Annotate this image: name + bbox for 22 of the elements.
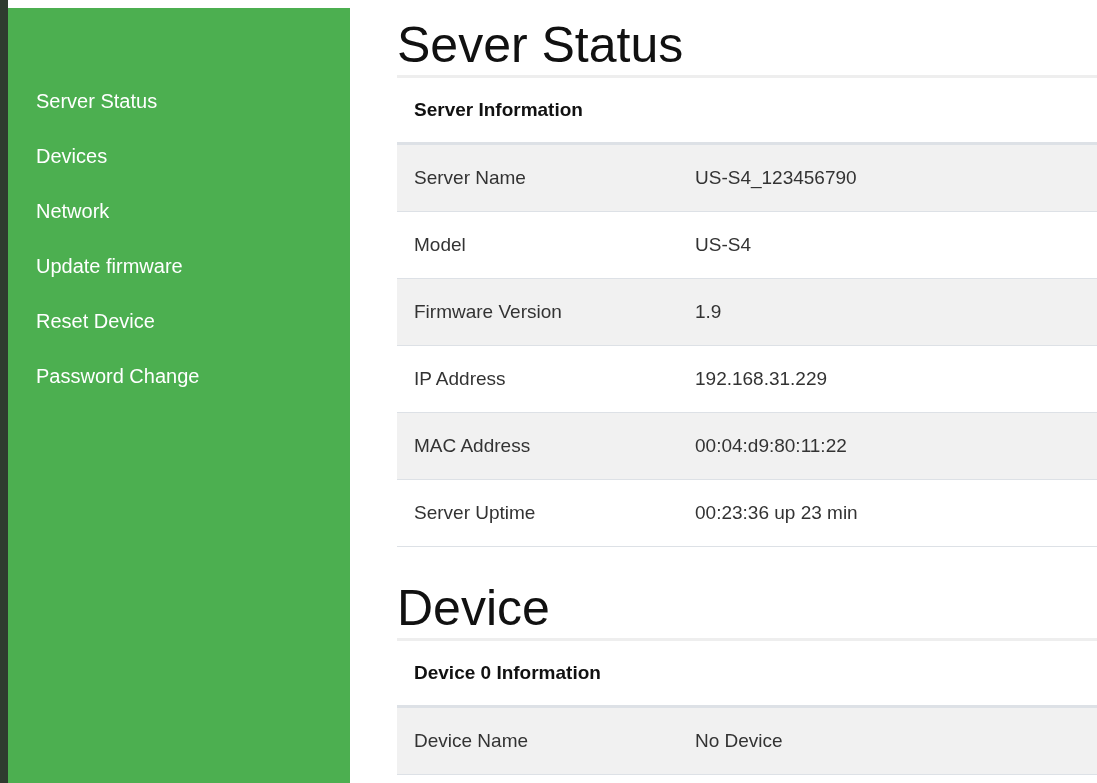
label-cell: Firmware Version <box>397 278 678 346</box>
nav-link[interactable]: Server Status <box>36 88 350 114</box>
value-cell: No Device <box>678 706 1097 775</box>
value-cell: 00:04:d9:80:11:22 <box>678 412 1097 480</box>
label-cell: Server Name <box>397 143 678 212</box>
label-cell: IP Address <box>397 345 678 413</box>
value-cell: 1.9 <box>678 278 1097 346</box>
nav-link[interactable]: Network <box>36 198 350 224</box>
value-cell: 192.168.31.229 <box>678 345 1097 413</box>
label-cell: Server Uptime <box>397 479 678 547</box>
label-cell: Model <box>397 211 678 279</box>
nav-link[interactable]: Devices <box>36 143 350 169</box>
label-cell: Device Name <box>397 706 678 775</box>
nav-link[interactable]: Reset Device <box>36 308 350 334</box>
label-cell: MAC Address <box>397 412 678 480</box>
nav-link[interactable]: Update firmware <box>36 253 350 279</box>
section-title: Device <box>397 579 551 635</box>
value-cell: US-S4_123456790 <box>678 143 1097 212</box>
value-cell: US-S4 <box>678 211 1097 279</box>
value-cell: 00:23:36 up 23 min <box>678 479 1097 547</box>
nav-link[interactable]: Password Change <box>36 363 350 389</box>
section-title: Sever Status <box>397 16 685 72</box>
